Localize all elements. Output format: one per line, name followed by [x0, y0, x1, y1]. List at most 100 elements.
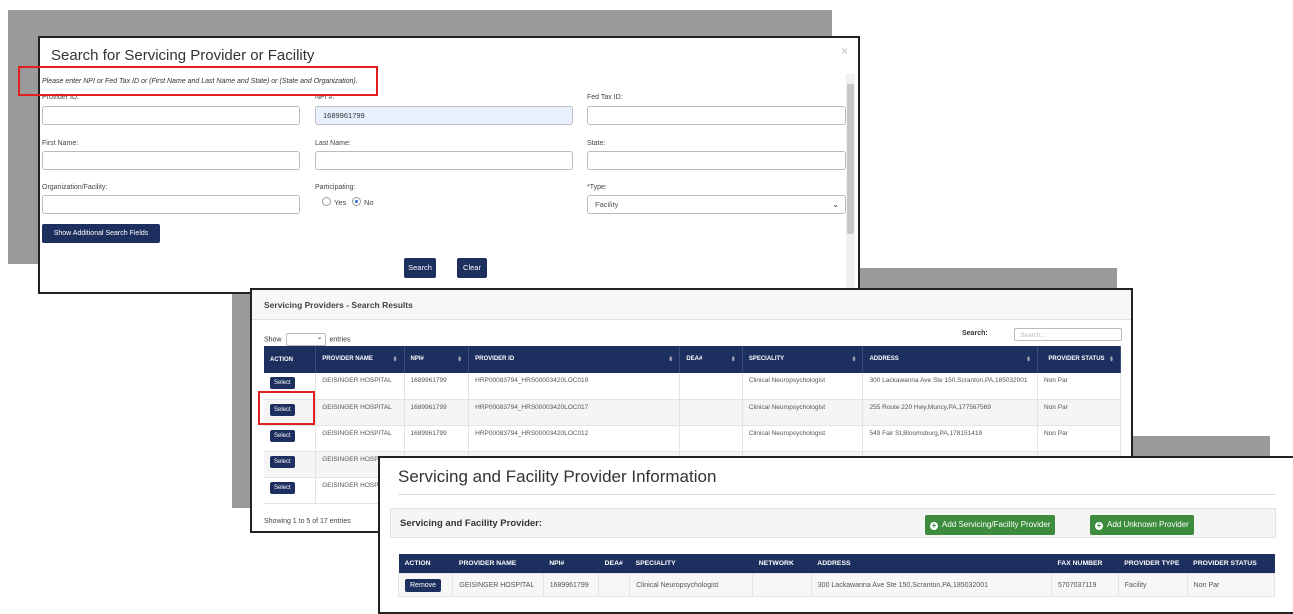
participating-yes-radio[interactable]: Yes — [322, 197, 346, 207]
col-header-label: PROVIDER ID — [475, 356, 515, 362]
cell-action: Select — [264, 451, 317, 478]
cell-npi: 1689961799 — [404, 425, 470, 452]
page-length-select[interactable]: ⌄ — [285, 333, 326, 346]
cell-provider-name: GEISINGER HOSPITAL — [452, 573, 544, 597]
results-search-input[interactable]: Search... — [1014, 328, 1122, 341]
provider-section-header: Servicing and Facility Provider: + Add Se… — [390, 508, 1276, 538]
remove-button[interactable]: Remove — [405, 578, 442, 592]
col-header[interactable]: ADDRESS ⬍ — [862, 346, 1038, 373]
cell-address: 300 Lackawanna Ave Ste 150,Scranton,PA,1… — [862, 373, 1038, 400]
cell-npi: 1689961799 — [542, 573, 600, 597]
col-header-label: PROVIDER STATUS — [1048, 356, 1105, 362]
col-header: SPECIALITY — [629, 554, 753, 574]
cell-provider-id: HRP00083794_HRS00003420LOC019 — [468, 373, 681, 400]
plus-icon: + — [930, 521, 938, 530]
col-header[interactable]: PROVIDER STATUS ⬍ — [1037, 346, 1121, 373]
npi-input[interactable]: 1689961799 — [315, 106, 573, 125]
cell-action: Select — [264, 425, 317, 452]
col-header: PROVIDER NAME — [452, 554, 544, 574]
col-header[interactable]: NPI# ⬍ — [404, 346, 470, 373]
cell-status: Non Par — [1186, 573, 1276, 597]
type-select-value: Facility — [595, 200, 619, 209]
select-button[interactable]: Select — [270, 455, 295, 468]
type-select[interactable]: Facility ⌄ — [587, 195, 846, 214]
col-header-label: DEA# — [686, 356, 703, 362]
modal-scrollbar[interactable] — [846, 74, 855, 292]
select-highlight-box — [258, 391, 315, 425]
results-search-label: Search: — [962, 330, 988, 337]
state-input[interactable] — [587, 151, 846, 170]
divider — [398, 494, 1276, 495]
col-header: NPI# — [543, 554, 599, 574]
col-header[interactable]: SPECIALITY ⬍ — [742, 346, 864, 373]
col-header: FAX NUMBER — [1051, 554, 1119, 574]
clear-button[interactable]: Clear — [457, 258, 487, 278]
last-name-label: Last Name: — [315, 140, 351, 147]
table-row: Select GEISINGER HOSPITAL 1689961799 HRP… — [264, 425, 1121, 452]
cell-speciality: Clinical Neuropsychologist — [742, 399, 864, 426]
cell-provider-id: HRP00083794_HRS00003420LOC012 — [468, 425, 681, 452]
results-header-row: ACTION PROVIDER NAME ⬍ NPI# ⬍ PROVIDER ID ⬍… — [264, 346, 1121, 373]
search-button[interactable]: Search — [404, 258, 436, 278]
add-unknown-label: Add Unknown Provider — [1107, 520, 1189, 529]
cell-address: 549 Fair St,Bloomsburg,PA,178151419 — [862, 425, 1038, 452]
select-button[interactable]: Select — [270, 377, 295, 389]
sort-icon: ⬍ — [1025, 357, 1031, 363]
col-header-label: PROVIDER NAME — [322, 356, 373, 362]
col-header: PROVIDER STATUS — [1187, 554, 1275, 574]
cell-network — [752, 573, 812, 597]
close-icon[interactable]: × — [841, 44, 848, 58]
select-button[interactable]: Select — [270, 429, 295, 442]
instruction-highlight-box — [18, 66, 378, 96]
cell-dea — [679, 373, 743, 400]
radio-no-label: No — [364, 198, 374, 207]
cell-provider-name: GEISINGER HOSPITAL — [315, 399, 405, 426]
first-name-label: First Name: — [42, 140, 79, 147]
results-footer: Showing 1 to 5 of 17 entries — [264, 518, 351, 525]
provider-header-row: ACTION PROVIDER NAME NPI# DEA# SPECIALIT… — [398, 554, 1275, 574]
select-button[interactable]: Select — [270, 481, 295, 494]
participating-no-radio[interactable]: No — [352, 197, 374, 207]
fed-tax-id-label: Fed Tax ID: — [587, 94, 623, 101]
sort-icon: ⬍ — [457, 357, 463, 363]
cell-address: 300 Lackawanna Ave Ste 150,Scranton,PA,1… — [810, 573, 1053, 597]
cell-provider-name: GEISINGER HOSPITAL — [315, 425, 405, 452]
provider-id-input[interactable] — [42, 106, 300, 125]
section-title: Servicing and Facility Provider: — [400, 518, 543, 529]
col-header-label: ACTION — [270, 356, 293, 363]
col-header[interactable]: ACTION — [264, 346, 317, 373]
sort-icon: ⬍ — [1108, 357, 1114, 363]
type-label: *Type: — [587, 184, 607, 191]
add-servicing-provider-button[interactable]: + Add Servicing/Facility Provider — [925, 515, 1056, 535]
col-header[interactable]: DEA# ⬍ — [679, 346, 743, 373]
scrollbar-thumb[interactable] — [847, 84, 854, 234]
add-unknown-provider-button[interactable]: + Add Unknown Provider — [1090, 515, 1194, 535]
col-header: PROVIDER TYPE — [1118, 554, 1188, 574]
show-additional-fields-button[interactable]: Show Additional Search Fields — [42, 224, 160, 243]
radio-circle-yes — [322, 197, 331, 206]
fed-tax-id-input[interactable] — [587, 106, 846, 125]
radio-yes-label: Yes — [334, 198, 347, 207]
organization-input[interactable] — [42, 195, 300, 214]
col-header[interactable]: PROVIDER ID ⬍ — [468, 346, 681, 373]
cell-provider-type: Facility — [1117, 573, 1188, 597]
radio-circle-no — [352, 197, 361, 206]
col-header[interactable]: PROVIDER NAME ⬍ — [315, 346, 405, 373]
cell-dea — [598, 573, 631, 597]
chevron-down-icon: ⌄ — [316, 334, 323, 341]
show-label: Show — [264, 336, 282, 344]
cell-dea — [679, 425, 743, 452]
last-name-input[interactable] — [315, 151, 573, 170]
col-header: NETWORK — [752, 554, 812, 574]
entries-label: entries — [329, 336, 351, 344]
page-length-control: Show ⌄ entries — [264, 333, 351, 346]
cell-speciality: Clinical Neuropsychologist — [742, 425, 864, 452]
provider-info-panel: Servicing and Facility Provider Informat… — [378, 456, 1293, 614]
first-name-input[interactable] — [42, 151, 300, 170]
sort-icon: ⬍ — [668, 357, 674, 363]
table-row: Remove GEISINGER HOSPITAL 1689961799 Cli… — [397, 573, 1276, 597]
cell-action: Remove — [397, 573, 454, 597]
col-header-label: ADDRESS — [869, 356, 899, 362]
table-row: Select GEISINGER HOSPITAL 1689961799 HRP… — [264, 373, 1121, 400]
provider-info-title: Servicing and Facility Provider Informat… — [398, 467, 717, 486]
